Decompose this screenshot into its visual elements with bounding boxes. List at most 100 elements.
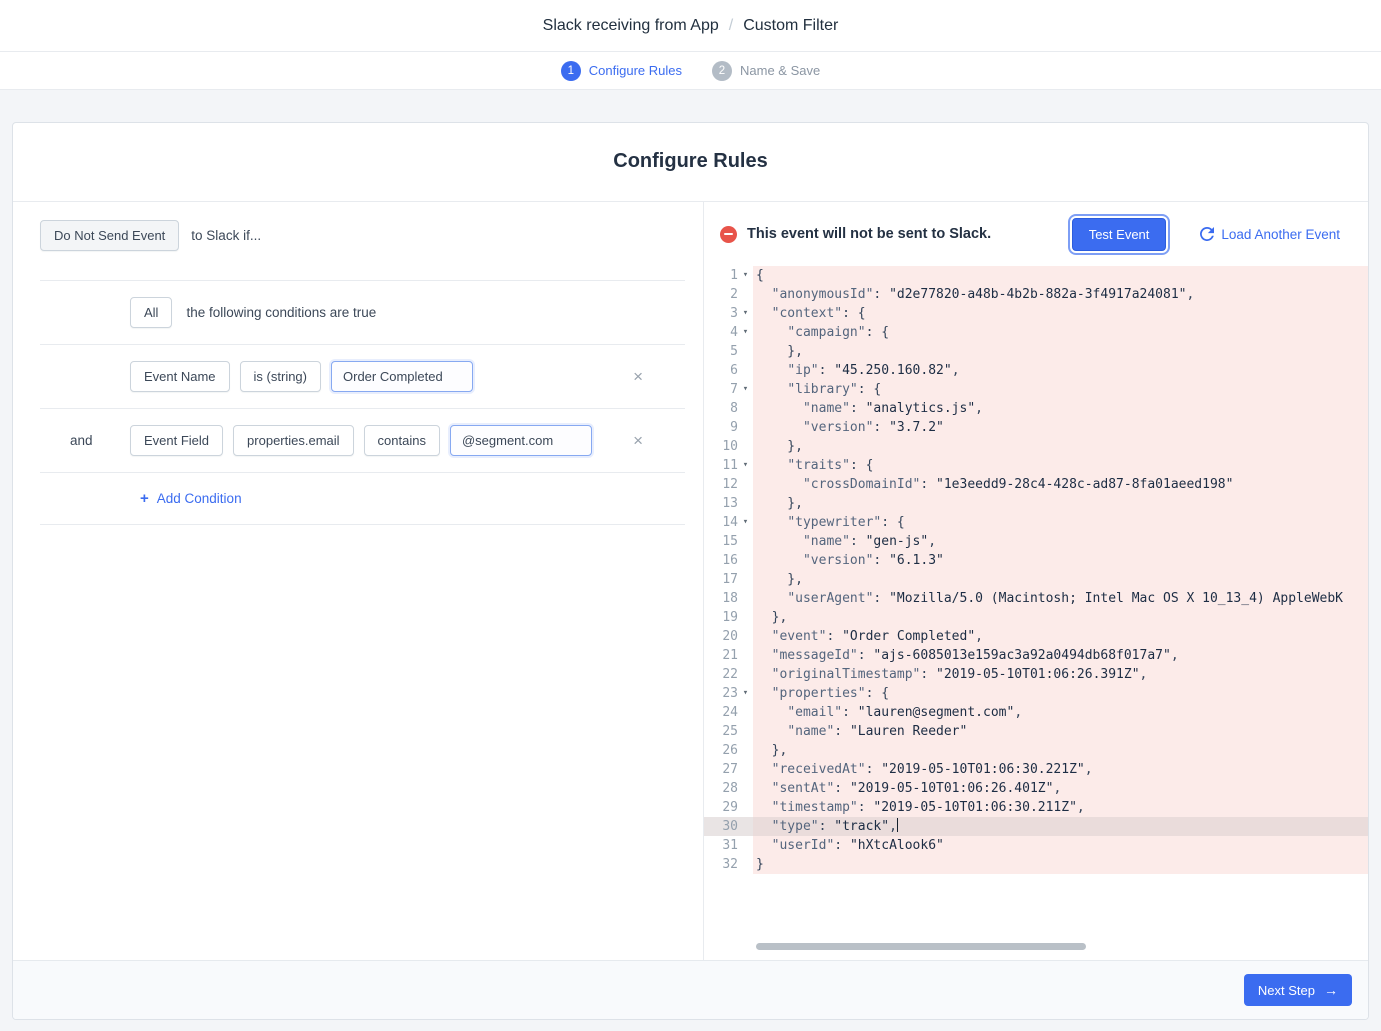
code-text: "userId": "hXtcAlook6" (753, 836, 1368, 855)
test-event-button[interactable]: Test Event (1072, 218, 1167, 251)
condition-value-input[interactable] (331, 361, 473, 392)
line-number: 7 (704, 380, 738, 399)
code-line: 23▾ "properties": { (704, 684, 1368, 703)
line-number: 27 (704, 760, 738, 779)
breadcrumb: Slack receiving from App / Custom Filter (0, 0, 1381, 52)
fold-icon[interactable]: ▾ (738, 513, 753, 532)
step-2-label: Name & Save (740, 63, 820, 78)
line-number: 19 (704, 608, 738, 627)
code-line: 21 "messageId": "ajs-6085013e159ac3a92a0… (704, 646, 1368, 665)
breadcrumb-primary[interactable]: Slack receiving from App (543, 17, 719, 35)
code-line: 13 }, (704, 494, 1368, 513)
code-line: 3▾ "context": { (704, 304, 1368, 323)
fold-icon[interactable]: ▾ (738, 266, 753, 285)
arrow-right-icon: → (1324, 982, 1338, 998)
horizontal-scrollbar[interactable] (756, 943, 1086, 950)
fold-icon[interactable]: ▾ (738, 323, 753, 342)
code-text: }, (753, 741, 1368, 760)
filter-action-button[interactable]: Do Not Send Event (40, 220, 179, 251)
line-number: 25 (704, 722, 738, 741)
code-line: 8 "name": "analytics.js", (704, 399, 1368, 418)
match-type-button[interactable]: All (130, 297, 172, 328)
remove-condition-icon[interactable]: × (633, 432, 643, 449)
code-text: }, (753, 437, 1368, 456)
code-line: 11▾ "traits": { (704, 456, 1368, 475)
condition-row: and Event Field properties.email contain… (40, 409, 685, 473)
code-text: "sentAt": "2019-05-10T01:06:26.401Z", (753, 779, 1368, 798)
remove-condition-icon[interactable]: × (633, 368, 643, 385)
fold-spacer (738, 836, 753, 855)
code-line: 4▾ "campaign": { (704, 323, 1368, 342)
line-number: 8 (704, 399, 738, 418)
fold-spacer (738, 798, 753, 817)
line-number: 12 (704, 475, 738, 494)
code-text: "version": "6.1.3" (753, 551, 1368, 570)
fold-icon[interactable]: ▾ (738, 684, 753, 703)
line-number: 28 (704, 779, 738, 798)
fold-spacer (738, 760, 753, 779)
fold-icon[interactable]: ▾ (738, 456, 753, 475)
condition-row: Event Name is (string) × (40, 345, 685, 409)
condition-group: All the following conditions are true Ev… (40, 280, 685, 525)
step-1-circle: 1 (561, 61, 581, 81)
fold-spacer (738, 399, 753, 418)
line-number: 1 (704, 266, 738, 285)
step-1-label: Configure Rules (589, 63, 682, 78)
add-condition-button[interactable]: + Add Condition (140, 490, 242, 507)
code-line: 19 }, (704, 608, 1368, 627)
fold-spacer (738, 608, 753, 627)
code-text: "type": "track", (753, 817, 1368, 836)
line-number: 21 (704, 646, 738, 665)
line-number: 18 (704, 589, 738, 608)
stepper: 1 Configure Rules 2 Name & Save (0, 52, 1381, 90)
line-number: 22 (704, 665, 738, 684)
fold-spacer (738, 722, 753, 741)
breadcrumb-secondary: Custom Filter (743, 17, 838, 35)
code-text: "properties": { (753, 684, 1368, 703)
condition-value-input[interactable] (450, 425, 592, 456)
step-name-and-save[interactable]: 2 Name & Save (712, 61, 820, 81)
code-text: "campaign": { (753, 323, 1368, 342)
code-text: { (753, 266, 1368, 285)
fold-icon[interactable]: ▾ (738, 304, 753, 323)
code-line: 18 "userAgent": "Mozilla/5.0 (Macintosh;… (704, 589, 1368, 608)
line-number: 31 (704, 836, 738, 855)
code-text: "timestamp": "2019-05-10T01:06:30.211Z", (753, 798, 1368, 817)
code-text: "ip": "45.250.160.82", (753, 361, 1368, 380)
code-line: 2 "anonymousId": "d2e77820-a48b-4b2b-882… (704, 285, 1368, 304)
fold-icon[interactable]: ▾ (738, 380, 753, 399)
condition-operator-button[interactable]: is (string) (240, 361, 321, 392)
code-line: 29 "timestamp": "2019-05-10T01:06:30.211… (704, 798, 1368, 817)
code-text: "anonymousId": "d2e77820-a48b-4b2b-882a-… (753, 285, 1368, 304)
step-configure-rules[interactable]: 1 Configure Rules (561, 61, 682, 81)
condition-field-button[interactable]: Event Name (130, 361, 230, 392)
event-preview-panel: This event will not be sent to Slack. Te… (704, 202, 1368, 960)
load-another-event-link[interactable]: Load Another Event (1200, 227, 1340, 242)
code-text: "traits": { (753, 456, 1368, 475)
line-number: 17 (704, 570, 738, 589)
plus-icon: + (140, 490, 149, 507)
code-text: "receivedAt": "2019-05-10T01:06:30.221Z"… (753, 760, 1368, 779)
condition-field-button[interactable]: Event Field (130, 425, 223, 456)
code-line: 15 "name": "gen-js", (704, 532, 1368, 551)
code-text: "email": "lauren@segment.com", (753, 703, 1368, 722)
code-line: 32} (704, 855, 1368, 874)
fold-spacer (738, 475, 753, 494)
line-number: 29 (704, 798, 738, 817)
fold-spacer (738, 817, 753, 836)
line-number: 13 (704, 494, 738, 513)
code-lines: 1▾{2 "anonymousId": "d2e77820-a48b-4b2b-… (704, 266, 1368, 874)
refresh-icon (1200, 227, 1214, 241)
line-number: 24 (704, 703, 738, 722)
code-line: 6 "ip": "45.250.160.82", (704, 361, 1368, 380)
line-number: 16 (704, 551, 738, 570)
code-text: "version": "3.7.2" (753, 418, 1368, 437)
next-step-button[interactable]: Next Step → (1244, 974, 1352, 1006)
fold-spacer (738, 418, 753, 437)
line-number: 5 (704, 342, 738, 361)
event-json-editor[interactable]: 1▾{2 "anonymousId": "d2e77820-a48b-4b2b-… (704, 266, 1368, 960)
condition-operator-button[interactable]: contains (364, 425, 440, 456)
condition-property-button[interactable]: properties.email (233, 425, 354, 456)
fold-spacer (738, 589, 753, 608)
line-number: 11 (704, 456, 738, 475)
